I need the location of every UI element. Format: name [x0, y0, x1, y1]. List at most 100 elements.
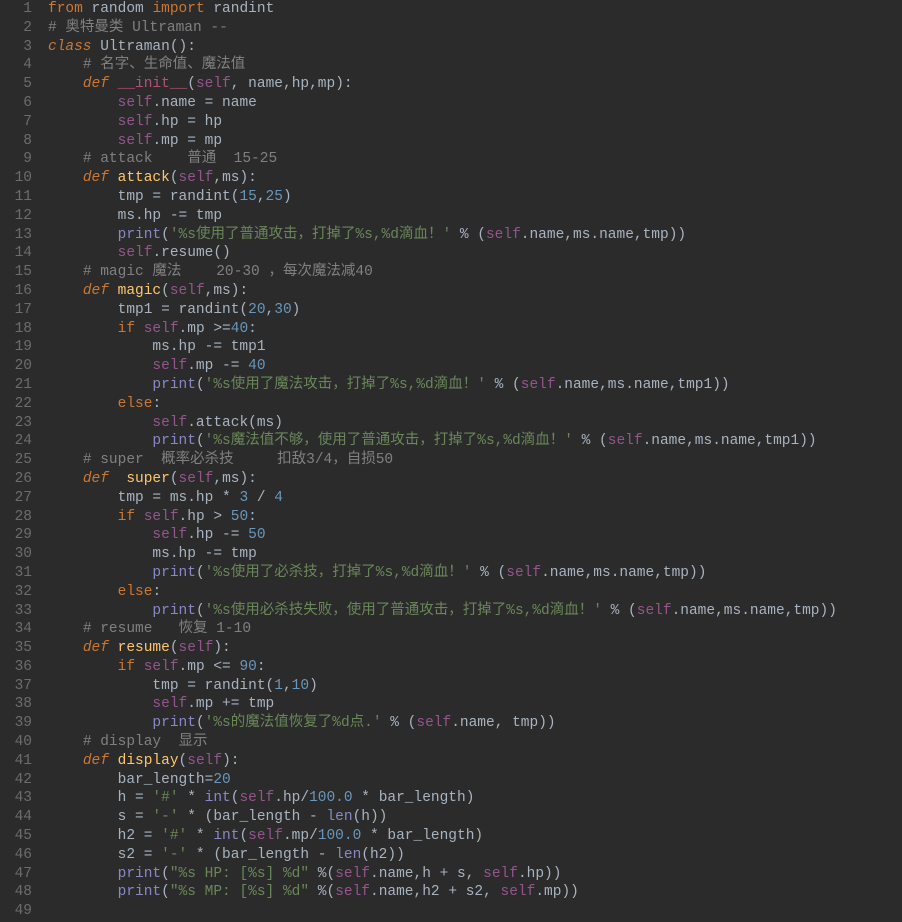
token-builtin: int	[205, 790, 231, 806]
code-line[interactable]: print('%s的魔法值恢复了%d点.' % (self.name, tmp)…	[48, 714, 902, 733]
token-str: '#'	[161, 828, 187, 844]
token-pn: h =	[48, 790, 152, 806]
line-number: 19	[0, 338, 32, 357]
line-number: 42	[0, 771, 32, 790]
token-self: self	[170, 283, 205, 299]
code-line[interactable]: ms.hp -= tmp1	[48, 338, 902, 357]
code-line[interactable]: # super 概率必杀技 扣敌3/4，自损50	[48, 451, 902, 470]
token-op: ,	[283, 678, 292, 694]
line-number: 39	[0, 714, 32, 733]
token-pn: ):	[239, 170, 256, 186]
code-line[interactable]: def __init__(self, name,hp,mp):	[48, 75, 902, 94]
token-num: 50	[248, 527, 265, 543]
line-number: 49	[0, 902, 32, 921]
line-number: 10	[0, 169, 32, 188]
code-line[interactable]: def display(self):	[48, 752, 902, 771]
code-line[interactable]: tmp1 = randint(20,30)	[48, 301, 902, 320]
token-pn: tmp = randint(	[48, 189, 239, 205]
token-pn: ms.hp -= tmp	[48, 546, 257, 562]
code-line[interactable]: else:	[48, 395, 902, 414]
code-line[interactable]: from random import randint	[48, 0, 902, 19]
code-line[interactable]: self.hp = hp	[48, 113, 902, 132]
code-line[interactable]: class Ultraman():	[48, 38, 902, 57]
code-line[interactable]: else:	[48, 583, 902, 602]
code-line[interactable]: self.mp += tmp	[48, 695, 902, 714]
token-pn: (	[161, 283, 170, 299]
code-line[interactable]: # 奥特曼类 Ultraman --	[48, 19, 902, 38]
code-line[interactable]: print('%s魔法值不够，使用了普通攻击，打掉了%s,%d滴血！' % (s…	[48, 432, 902, 451]
code-line[interactable]: # 名字、生命值、魔法值	[48, 56, 902, 75]
code-line[interactable]: # attack 普通 15-25	[48, 150, 902, 169]
token-kw: else	[118, 396, 153, 412]
line-number: 7	[0, 113, 32, 132]
token-pn: .hp = hp	[152, 114, 222, 130]
token-pn	[48, 283, 83, 299]
code-line[interactable]: self.attack(ms)	[48, 414, 902, 433]
code-line[interactable]: self.mp -= 40	[48, 357, 902, 376]
line-number: 41	[0, 752, 32, 771]
code-line[interactable]: self.resume()	[48, 244, 902, 263]
code-line[interactable]: h2 = '#' * int(self.mp/100.0 * bar_lengt…	[48, 827, 902, 846]
line-number: 22	[0, 395, 32, 414]
code-area[interactable]: from random import randint# 奥特曼类 Ultrama…	[42, 0, 902, 921]
token-fn: display	[118, 753, 179, 769]
code-line[interactable]: def super(self,ms):	[48, 470, 902, 489]
code-line[interactable]: tmp = ms.hp * 3 / 4	[48, 489, 902, 508]
code-line[interactable]: if self.hp > 50:	[48, 508, 902, 527]
code-line[interactable]: ms.hp -= tmp	[48, 545, 902, 564]
token-pn: :	[152, 396, 161, 412]
code-line[interactable]: print("%s HP: [%s] %d" %(self.name,h + s…	[48, 865, 902, 884]
code-line[interactable]: print('%s使用了必杀技，打掉了%s,%d滴血！' % (self.nam…	[48, 564, 902, 583]
token-pn: .resume()	[152, 245, 230, 261]
code-line[interactable]: # resume 恢复 1-10	[48, 620, 902, 639]
code-line[interactable]: if self.mp <= 90:	[48, 658, 902, 677]
code-line[interactable]: print('%s使用了普通攻击，打掉了%s,%d滴血！' % (self.na…	[48, 226, 902, 245]
code-line[interactable]: def attack(self,ms):	[48, 169, 902, 188]
code-line[interactable]: print('%s使用必杀技失败，使用了普通攻击，打掉了%s,%d滴血！' % …	[48, 602, 902, 621]
line-number: 25	[0, 451, 32, 470]
code-line[interactable]: self.mp = mp	[48, 132, 902, 151]
code-line[interactable]: print('%s使用了魔法攻击，打掉了%s,%d滴血！' % (self.na…	[48, 376, 902, 395]
code-line[interactable]: def resume(self):	[48, 639, 902, 658]
code-line[interactable]: tmp = randint(1,10)	[48, 677, 902, 696]
token-pn	[48, 57, 83, 73]
line-number: 21	[0, 376, 32, 395]
token-self: self	[152, 358, 187, 374]
code-line[interactable]: ms.hp -= tmp	[48, 207, 902, 226]
token-pn	[48, 753, 83, 769]
token-op: ,	[283, 76, 292, 92]
token-pn: (	[196, 603, 205, 619]
token-num: 10	[292, 678, 309, 694]
token-cmt: # super 概率必杀技 扣敌3/4，自损50	[83, 452, 393, 468]
token-pn	[48, 151, 83, 167]
token-pn	[48, 170, 83, 186]
code-line[interactable]: # magic 魔法 20-30 ，每次魔法减40	[48, 263, 902, 282]
code-editor[interactable]: 1234567891011121314151617181920212223242…	[0, 0, 902, 921]
code-line[interactable]: self.name = name	[48, 94, 902, 113]
line-number: 20	[0, 357, 32, 376]
code-line[interactable]: print("%s MP: [%s] %d" %(self.name,h2 + …	[48, 883, 902, 902]
code-line[interactable]: def magic(self,ms):	[48, 282, 902, 301]
token-self: self	[483, 866, 518, 882]
token-pn: (	[179, 753, 188, 769]
line-number: 47	[0, 865, 32, 884]
code-line[interactable]: if self.mp >=40:	[48, 320, 902, 339]
line-number: 34	[0, 620, 32, 639]
token-builtin: print	[118, 866, 162, 882]
line-number: 26	[0, 470, 32, 489]
code-line[interactable]: s = '-' * (bar_length - len(h))	[48, 808, 902, 827]
token-pn	[48, 396, 118, 412]
code-line[interactable]: self.hp -= 50	[48, 526, 902, 545]
token-pn: )	[309, 678, 318, 694]
code-line[interactable]: h = '#' * int(self.hp/100.0 * bar_length…	[48, 789, 902, 808]
token-num: 15	[239, 189, 256, 205]
code-line[interactable]: tmp = randint(15,25)	[48, 188, 902, 207]
code-line[interactable]: s2 = '-' * (bar_length - len(h2))	[48, 846, 902, 865]
token-pn: .hp))	[518, 866, 562, 882]
code-line[interactable]	[48, 902, 902, 921]
token-str: '#'	[152, 790, 178, 806]
token-self: self	[152, 696, 187, 712]
token-pn: /	[248, 490, 274, 506]
code-line[interactable]: bar_length=20	[48, 771, 902, 790]
code-line[interactable]: # display 显示	[48, 733, 902, 752]
